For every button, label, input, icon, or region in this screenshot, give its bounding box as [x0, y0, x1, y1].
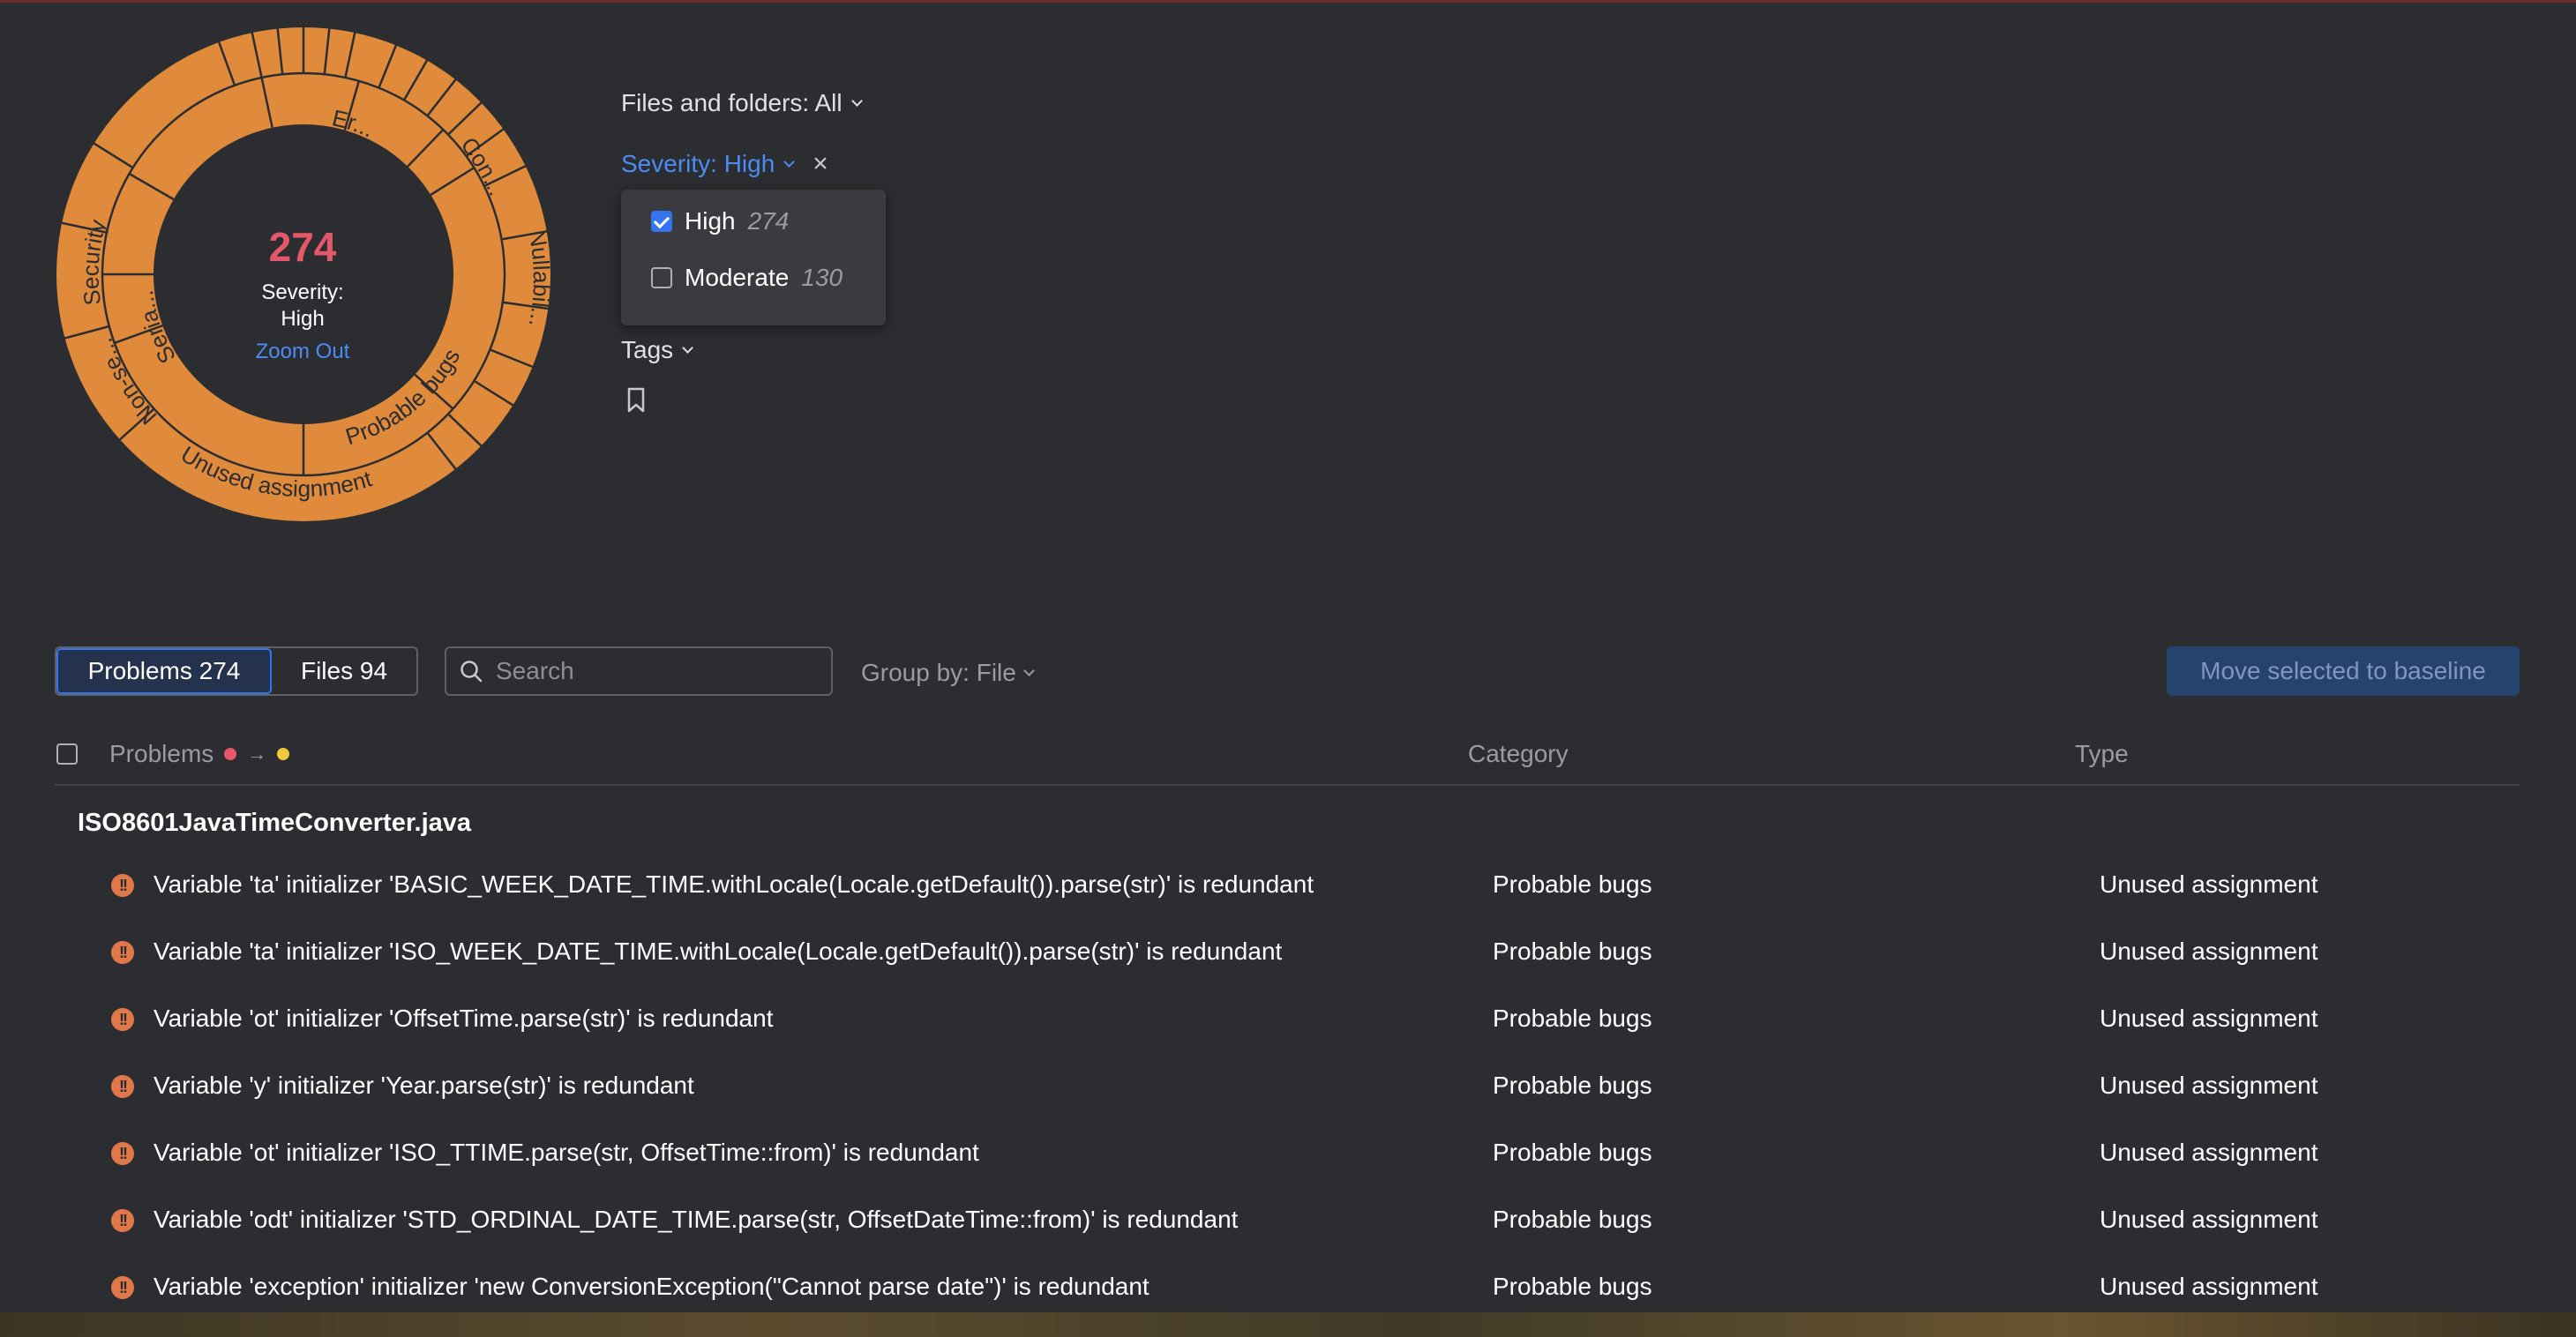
- arrow-right-icon: →: [247, 743, 267, 765]
- problem-category: Probable bugs: [1493, 1005, 1652, 1032]
- tags-filter-label: Tags: [621, 336, 674, 363]
- table-row[interactable]: !! Variable 'ot' initializer 'OffsetTime.…: [55, 985, 2520, 1052]
- problem-type: Unused assignment: [2100, 870, 2318, 898]
- severity-option-label: High: [685, 207, 736, 235]
- chevron-down-icon: [783, 155, 796, 168]
- problem-category: Probable bugs: [1493, 937, 1652, 965]
- problem-type: Unused assignment: [2100, 1005, 2318, 1032]
- problem-type: Unused assignment: [2100, 1072, 2318, 1099]
- table-header: Problems → Category Type: [55, 731, 2520, 786]
- high-severity-icon: !!: [111, 874, 134, 897]
- severity-filter[interactable]: Severity: High ×: [621, 149, 828, 179]
- search-box[interactable]: [445, 646, 833, 696]
- problem-type: Unused assignment: [2100, 1273, 2318, 1300]
- high-severity-icon: !!: [111, 1142, 134, 1165]
- severity-option-count: 274: [747, 207, 790, 235]
- severity-sunburst-chart[interactable]: Non-se... Seria... Er... Con... Vuln... …: [55, 26, 552, 523]
- severity-option-moderate[interactable]: Moderate 130: [651, 264, 842, 292]
- column-header-problems[interactable]: Problems →: [109, 740, 290, 768]
- table-row[interactable]: !! Variable 'exception' initializer 'new …: [55, 1253, 2520, 1320]
- files-folders-filter[interactable]: Files and folders: All: [621, 89, 865, 117]
- move-to-baseline-button[interactable]: Move selected to baseline: [2167, 646, 2520, 696]
- files-folders-filter-label: Files and folders: All: [621, 89, 842, 116]
- table-row[interactable]: !! Variable 'ot' initializer 'ISO_TTIME.p…: [55, 1119, 2520, 1186]
- problem-category: Probable bugs: [1493, 1273, 1652, 1300]
- severity-high-dot-icon: [224, 748, 237, 760]
- problem-description: Variable 'ta' initializer 'BASIC_WEEK_DA…: [154, 870, 1314, 898]
- file-group-title[interactable]: ISO8601JavaTimeConverter.java: [78, 809, 471, 838]
- bookmark-icon[interactable]: [626, 387, 646, 414]
- tags-filter[interactable]: Tags: [621, 336, 695, 364]
- high-severity-icon: !!: [111, 1209, 134, 1232]
- severity-option-count: 130: [801, 264, 843, 291]
- severity-option-label: Moderate: [685, 264, 790, 291]
- problem-category: Probable bugs: [1493, 1206, 1652, 1233]
- problems-window: Non-se... Seria... Er... Con... Vuln... …: [0, 0, 2576, 1312]
- high-severity-icon: !!: [111, 941, 134, 964]
- zoom-out-link[interactable]: Zoom Out: [214, 340, 391, 364]
- table-row[interactable]: !! Variable 'ta' initializer 'BASIC_WEEK_…: [55, 851, 2520, 918]
- severity-moderate-checkbox[interactable]: [651, 267, 672, 288]
- sunburst-center-label: Severity: High: [214, 280, 391, 332]
- clear-severity-filter-icon[interactable]: ×: [812, 149, 828, 179]
- problem-description: Variable 'exception' initializer 'new Co…: [154, 1273, 1149, 1300]
- select-all-checkbox[interactable]: [56, 743, 78, 765]
- column-header-type[interactable]: Type: [2075, 740, 2129, 768]
- problem-type: Unused assignment: [2100, 1206, 2318, 1233]
- problem-category: Probable bugs: [1493, 1139, 1652, 1166]
- high-severity-icon: !!: [111, 1276, 134, 1299]
- group-by-label: Group by: File: [861, 659, 1016, 686]
- high-severity-icon: !!: [111, 1008, 134, 1031]
- view-toggle: Problems 274 Files 94: [55, 646, 418, 696]
- tab-problems[interactable]: Problems 274: [56, 648, 272, 694]
- sunburst-center-hole: [154, 124, 453, 424]
- desktop-background: [0, 1312, 2576, 1337]
- chevron-down-icon: [682, 341, 694, 354]
- severity-filter-label: Severity: High: [621, 150, 775, 177]
- problem-type: Unused assignment: [2100, 937, 2318, 965]
- severity-moderate-dot-icon: [277, 748, 290, 760]
- problem-type: Unused assignment: [2100, 1139, 2318, 1166]
- severity-dropdown-popup: High 274 Moderate 130: [621, 190, 886, 325]
- problem-description: Variable 'ta' initializer 'ISO_WEEK_DATE…: [154, 937, 1283, 965]
- severity-high-checkbox[interactable]: [651, 211, 672, 232]
- table-row[interactable]: !! Variable 'odt' initializer 'STD_ORDINA…: [55, 1186, 2520, 1253]
- problem-category: Probable bugs: [1493, 1072, 1652, 1099]
- chevron-down-icon: [1022, 664, 1035, 676]
- search-icon: [461, 661, 483, 683]
- problem-description: Variable 'ot' initializer 'ISO_TTIME.par…: [154, 1139, 979, 1166]
- column-header-category[interactable]: Category: [1468, 740, 1569, 768]
- problem-category: Probable bugs: [1493, 870, 1652, 898]
- column-header-problems-label: Problems: [109, 740, 214, 767]
- problem-description: Variable 'odt' initializer 'STD_ORDINAL_…: [154, 1206, 1239, 1233]
- high-severity-icon: !!: [111, 1075, 134, 1098]
- severity-option-high[interactable]: High 274: [651, 207, 789, 235]
- sunburst-center-label-line1: Severity:: [261, 280, 344, 304]
- table-row[interactable]: !! Variable 'y' initializer 'Year.parse(s…: [55, 1052, 2520, 1119]
- problem-description: Variable 'ot' initializer 'OffsetTime.pa…: [154, 1005, 774, 1032]
- sunburst-center-count: 274: [268, 224, 337, 270]
- group-by-dropdown[interactable]: Group by: File: [861, 659, 1037, 687]
- table-row[interactable]: !! Variable 'ta' initializer 'ISO_WEEK_DA…: [55, 918, 2520, 985]
- sunburst-center-label-line2: High: [281, 307, 325, 331]
- problem-description: Variable 'y' initializer 'Year.parse(str…: [154, 1072, 694, 1099]
- search-input[interactable]: [494, 656, 815, 686]
- tab-files[interactable]: Files 94: [272, 648, 416, 694]
- chevron-down-icon: [850, 94, 863, 107]
